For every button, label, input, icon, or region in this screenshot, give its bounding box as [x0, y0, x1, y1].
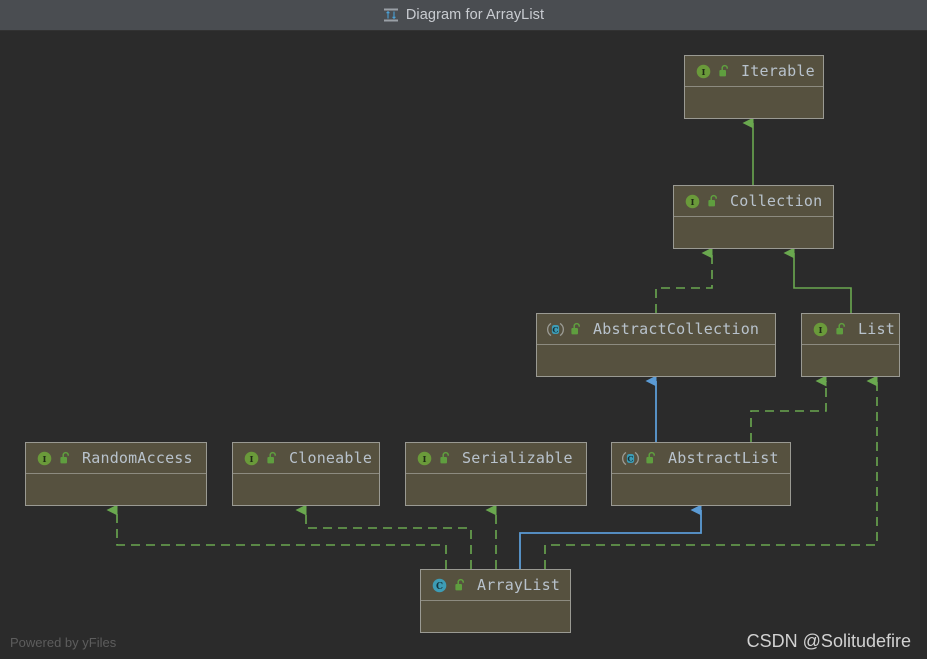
edge-list-to-collection	[783, 247, 852, 313]
public-lock-icon	[266, 451, 279, 465]
public-lock-icon	[570, 322, 583, 336]
node-header: C AbstractCollection	[537, 314, 775, 345]
diagram-icon	[383, 7, 399, 23]
yfiles-watermark: Powered by yFiles	[10, 635, 117, 650]
node-iterable[interactable]: I Iterable	[684, 55, 824, 119]
diagram-canvas[interactable]: I Iterable I Collection C AbstractCollec…	[0, 31, 927, 659]
edge-abstractcollection-to-collection	[655, 247, 713, 313]
node-members-area	[26, 474, 206, 505]
node-label: ArrayList	[477, 576, 561, 594]
node-members-area	[233, 474, 379, 505]
svg-text:C: C	[627, 454, 633, 463]
interface-icon: I	[695, 63, 712, 80]
node-header: I RandomAccess	[26, 443, 206, 474]
svg-text:I: I	[250, 454, 254, 464]
node-members-area	[537, 345, 775, 376]
svg-text:I: I	[702, 67, 706, 77]
node-label: AbstractList	[668, 449, 779, 467]
node-header: I Collection	[674, 186, 833, 217]
node-header: C ArrayList	[421, 570, 570, 601]
node-arraylist[interactable]: C ArrayList	[420, 569, 571, 633]
interface-icon: I	[243, 450, 260, 467]
public-lock-icon	[454, 578, 467, 592]
node-header: I Cloneable	[233, 443, 379, 474]
node-cloneable[interactable]: I Cloneable	[232, 442, 380, 506]
abstract-class-icon: C	[622, 450, 639, 467]
node-randomaccess[interactable]: I RandomAccess	[25, 442, 207, 506]
node-members-area	[421, 601, 570, 632]
svg-text:I: I	[423, 454, 427, 464]
node-serializable[interactable]: I Serializable	[405, 442, 587, 506]
svg-text:I: I	[43, 454, 47, 464]
window-titlebar: Diagram for ArrayList	[0, 0, 927, 31]
node-members-area	[612, 474, 790, 505]
svg-text:I: I	[691, 197, 695, 207]
node-members-area	[802, 345, 899, 376]
window-title: Diagram for ArrayList	[405, 7, 545, 23]
node-abstractcollection[interactable]: C AbstractCollection	[536, 313, 776, 377]
public-lock-icon	[707, 194, 720, 208]
diagram-window: Diagram for ArrayList I Iterable I Colle…	[0, 0, 927, 659]
edge-arraylist-to-randomaccess	[106, 504, 447, 569]
class-icon: C	[431, 577, 448, 594]
node-list[interactable]: I List	[801, 313, 900, 377]
node-label: AbstractCollection	[593, 320, 760, 338]
public-lock-icon	[835, 322, 848, 336]
node-members-area	[685, 87, 823, 118]
node-collection[interactable]: I Collection	[673, 185, 834, 249]
node-header: I Iterable	[685, 56, 823, 87]
node-abstractlist[interactable]: C AbstractList	[611, 442, 791, 506]
svg-text:C: C	[436, 581, 443, 591]
public-lock-icon	[645, 451, 658, 465]
node-members-area	[406, 474, 586, 505]
node-members-area	[674, 217, 833, 248]
public-lock-icon	[59, 451, 72, 465]
edge-arraylist-to-abstractlist	[519, 504, 702, 569]
public-lock-icon	[439, 451, 452, 465]
abstract-class-icon: C	[547, 321, 564, 338]
node-label: Iterable	[741, 62, 815, 80]
node-label: Cloneable	[289, 449, 373, 467]
node-header: I List	[802, 314, 899, 345]
node-header: C AbstractList	[612, 443, 790, 474]
svg-text:C: C	[552, 325, 558, 334]
node-label: RandomAccess	[82, 449, 193, 467]
public-lock-icon	[718, 64, 731, 78]
interface-icon: I	[812, 321, 829, 338]
node-header: I Serializable	[406, 443, 586, 474]
svg-text:I: I	[819, 325, 823, 335]
interface-icon: I	[684, 193, 701, 210]
csdn-watermark: CSDN @Solitudefire	[746, 631, 911, 651]
edge-layer	[106, 117, 878, 569]
node-label: Collection	[730, 192, 823, 210]
edge-abstractlist-to-list	[750, 375, 827, 442]
interface-icon: I	[416, 450, 433, 467]
interface-icon: I	[36, 450, 53, 467]
node-label: List	[858, 320, 895, 338]
node-label: Serializable	[462, 449, 573, 467]
